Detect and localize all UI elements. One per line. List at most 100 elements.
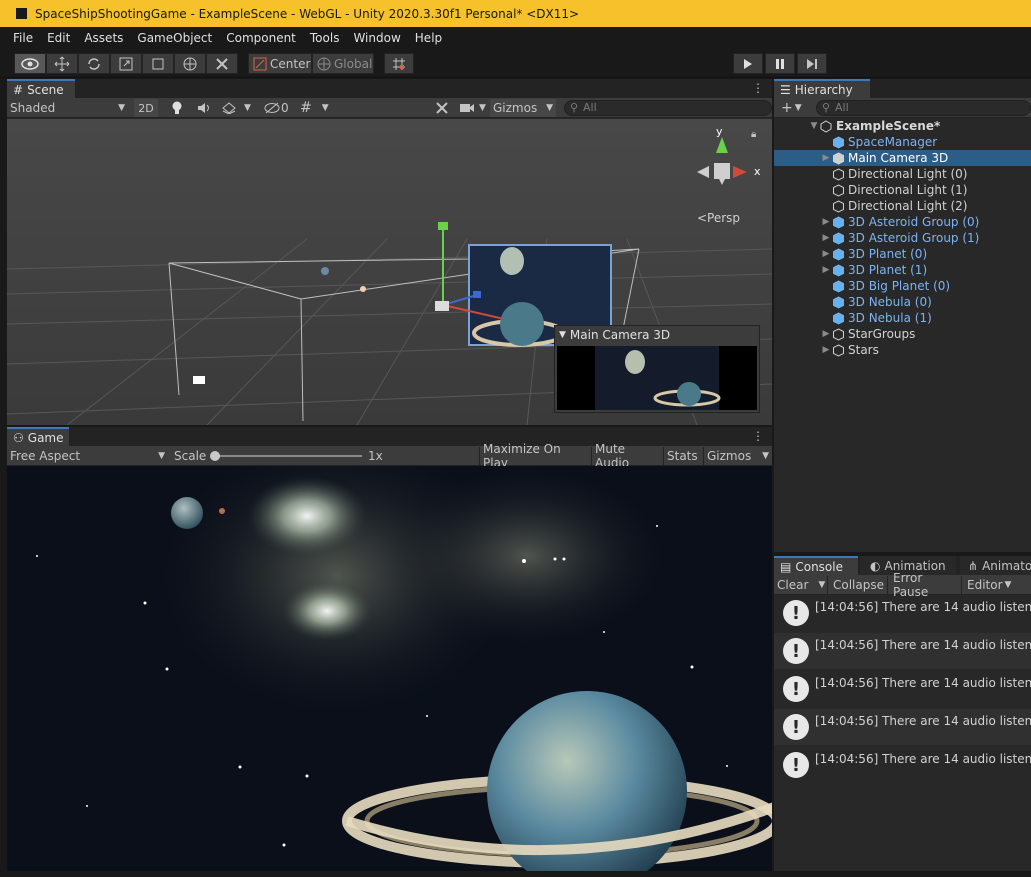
tab-animator[interactable]: ⋔ Animato (960, 556, 1031, 575)
chevron-down-icon: ▼ (244, 103, 251, 113)
scene-root-item[interactable]: ▼ ExampleScene* (774, 118, 1031, 134)
scale-slider-handle[interactable] (210, 451, 220, 461)
audio-toggle[interactable] (192, 99, 216, 117)
console-log-entry[interactable]: ! [14:04:56] There are 14 audio listeners (774, 671, 1031, 707)
rotate-tool-button[interactable] (78, 53, 110, 74)
menu-component[interactable]: Component (219, 31, 303, 45)
console-log-entry[interactable]: ! [14:04:56] There are 14 audio listeners (774, 595, 1031, 631)
maximize-on-play-toggle[interactable]: Maximize On Play (479, 442, 589, 470)
hierarchy-item-label: Directional Light (0) (848, 167, 968, 181)
scene-menu-icon[interactable]: ⋮ (752, 81, 764, 95)
list-icon: ☰ (780, 82, 791, 97)
editor-dropdown[interactable]: Editor ▼ (964, 576, 1014, 594)
hierarchy-item-label: StarGroups (848, 327, 916, 341)
game-menu-icon[interactable]: ⋮ (752, 429, 764, 443)
stats-toggle[interactable]: Stats (663, 447, 701, 465)
prefab-cube-icon (833, 231, 844, 245)
hierarchy-item[interactable]: ▶ Stars (774, 342, 1031, 358)
error-pause-toggle[interactable]: Error Pause (890, 571, 962, 599)
lighting-toggle[interactable] (165, 99, 189, 117)
effects-dropdown[interactable]: ▼ (219, 99, 255, 117)
pivot-center-button[interactable]: Center (248, 53, 312, 74)
tab-game[interactable]: ⚇ Game (7, 427, 69, 446)
hierarchy-item[interactable]: ▶ StarGroups (774, 326, 1031, 342)
hierarchy-item[interactable]: 3D Nebula (0) (774, 294, 1031, 310)
scale-slider[interactable] (212, 455, 362, 457)
hierarchy-item[interactable]: 3D Big Planet (0) (774, 278, 1031, 294)
scale-tool-button[interactable] (110, 53, 142, 74)
tab-scene[interactable]: # Scene (7, 79, 75, 98)
hierarchy-item[interactable]: SpaceManager (774, 134, 1031, 150)
lock-icon[interactable]: 🔒︎ (751, 129, 756, 140)
unity-scene-icon (820, 119, 832, 133)
menu-edit[interactable]: Edit (40, 31, 77, 45)
menu-gameobject[interactable]: GameObject (130, 31, 219, 45)
hierarchy-item[interactable]: ▶ 3D Asteroid Group (0) (774, 214, 1031, 230)
create-dropdown[interactable]: + ▼ (778, 99, 806, 117)
hierarchy-item[interactable]: ▶ 3D Asteroid Group (1) (774, 230, 1031, 246)
step-button[interactable] (797, 53, 827, 74)
hierarchy-search-input[interactable]: ⚲ All (816, 100, 1031, 116)
perspective-label[interactable]: <Persp (697, 211, 740, 225)
toggle-2d-button[interactable]: 2D (134, 99, 158, 117)
game-panel: ⚇ Game ⋮ Free Aspect ▼ Scale 1x Maximize… (7, 427, 772, 871)
collapse-arrow-icon[interactable]: ▼ (559, 330, 566, 340)
view-tool-button[interactable] (14, 53, 46, 74)
camera-preview-title: Main Camera 3D (569, 328, 671, 342)
hidden-objects-toggle[interactable]: 0 (261, 99, 293, 117)
play-button[interactable] (733, 53, 763, 74)
hierarchy-item[interactable]: ▶ Main Camera 3D (774, 150, 1031, 166)
grid-dropdown[interactable]: # ▼ (297, 99, 337, 117)
console-log-entry[interactable]: ! [14:04:56] There are 14 audio listeners (774, 633, 1031, 669)
transform-tool-button[interactable] (174, 53, 206, 74)
search-icon: ⚲ (822, 101, 831, 114)
console-log-entry[interactable]: ! [14:04:56] There are 14 audio listeners (774, 747, 1031, 783)
custom-tool-button[interactable] (206, 53, 238, 74)
scene-search-input[interactable]: ⚲ All (564, 100, 772, 116)
rect-tool-icon (152, 58, 164, 69)
scene-viewport[interactable]: y x <Persp 🔒︎ ▼ Main Camera 3D (7, 119, 772, 425)
console-log-entry[interactable]: ! [14:04:56] There are 14 audio listeners (774, 709, 1031, 745)
move-tool-button[interactable] (46, 53, 78, 74)
hierarchy-item[interactable]: Directional Light (2) (774, 198, 1031, 214)
hierarchy-item[interactable]: Directional Light (1) (774, 182, 1031, 198)
tools-toggle[interactable] (431, 99, 453, 117)
game-viewport[interactable] (7, 466, 772, 871)
scene-gizmos-dropdown[interactable]: Gizmos ▼ (490, 99, 556, 117)
mute-audio-toggle[interactable]: Mute Audio (591, 442, 661, 470)
expand-arrow-icon[interactable]: ▶ (820, 329, 832, 339)
rect-tool-button[interactable] (142, 53, 174, 74)
hierarchy-item-label: 3D Nebula (0) (848, 295, 932, 309)
pause-button[interactable] (765, 53, 795, 74)
camera-preview: ▼ Main Camera 3D (554, 325, 760, 413)
shading-mode-dropdown[interactable]: Shaded ▼ (7, 99, 127, 117)
clear-button[interactable]: Clear ▼ (774, 576, 828, 594)
grid-snap-button[interactable] (384, 53, 414, 74)
hierarchy-tab-label: Hierarchy (794, 82, 853, 97)
game-gizmos-dropdown[interactable]: Gizmos ▼ (703, 447, 772, 465)
aspect-dropdown[interactable]: Free Aspect ▼ (7, 447, 167, 465)
hierarchy-item[interactable]: 3D Nebula (1) (774, 310, 1031, 326)
hierarchy-item[interactable]: Directional Light (0) (774, 166, 1031, 182)
expand-arrow-icon[interactable]: ▶ (820, 265, 832, 275)
tab-hierarchy[interactable]: ☰ Hierarchy (774, 79, 870, 98)
menu-file[interactable]: File (6, 31, 40, 45)
menu-assets[interactable]: Assets (77, 31, 130, 45)
menu-window[interactable]: Window (346, 31, 407, 45)
hierarchy-item[interactable]: ▶ 3D Planet (1) (774, 262, 1031, 278)
warning-icon: ! (783, 638, 809, 664)
tab-console[interactable]: ▤ Console (774, 556, 858, 575)
expand-arrow-icon[interactable]: ▶ (820, 217, 832, 227)
axis-x-label: x (754, 165, 761, 178)
expand-arrow-icon[interactable]: ▶ (820, 153, 832, 163)
expand-arrow-icon[interactable]: ▼ (808, 121, 820, 131)
menu-tools[interactable]: Tools (303, 31, 347, 45)
expand-arrow-icon[interactable]: ▶ (820, 345, 832, 355)
collapse-toggle[interactable]: Collapse (830, 576, 888, 594)
camera-settings-dropdown[interactable]: ▼ (456, 99, 490, 117)
pivot-global-button[interactable]: Global (312, 53, 374, 74)
hierarchy-item[interactable]: ▶ 3D Planet (0) (774, 246, 1031, 262)
menu-help[interactable]: Help (408, 31, 449, 45)
expand-arrow-icon[interactable]: ▶ (820, 249, 832, 259)
expand-arrow-icon[interactable]: ▶ (820, 233, 832, 243)
